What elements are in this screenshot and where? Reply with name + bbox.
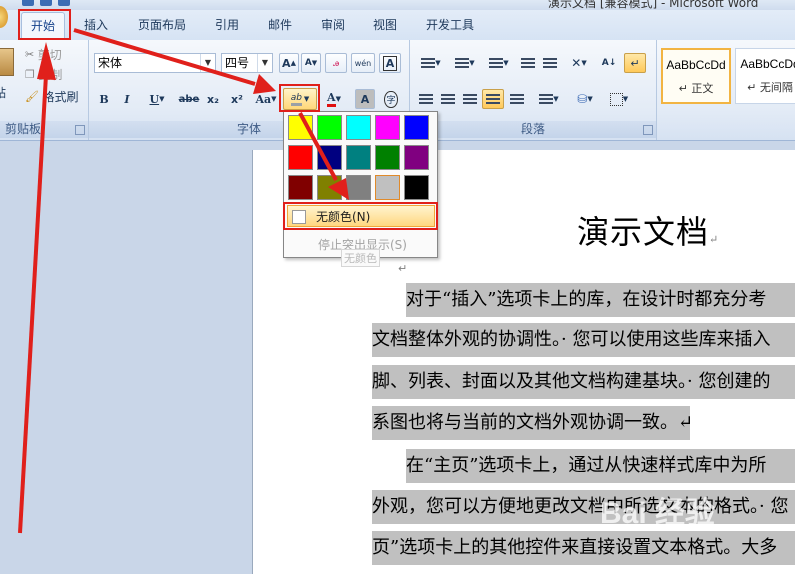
watermark: Bai 经验 <box>600 497 716 530</box>
arrow-to-highlight-button <box>73 28 276 94</box>
arrow-up-to-home-tab <box>18 42 56 534</box>
arrow-to-no-color <box>298 112 349 200</box>
